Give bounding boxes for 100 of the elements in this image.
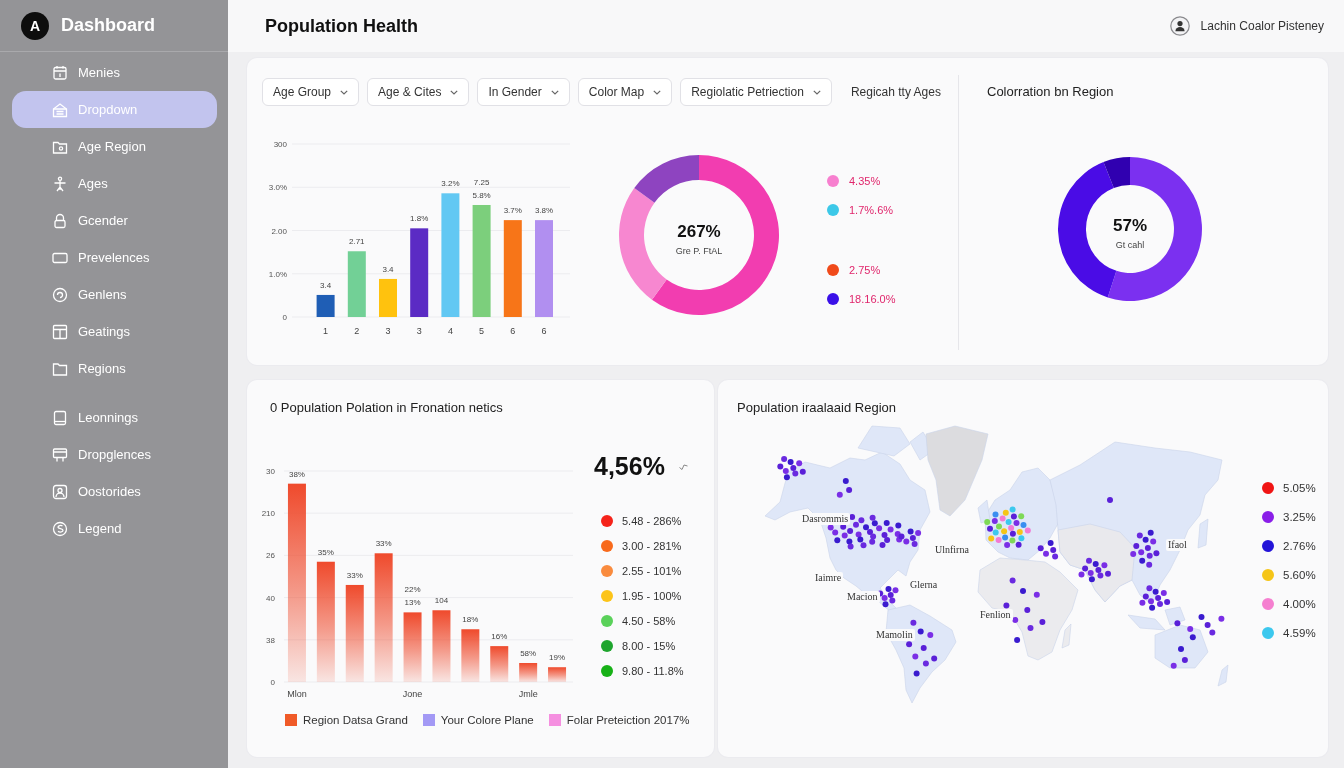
axis-tick-label: 300: [273, 140, 287, 149]
axis-tick-label: 6: [510, 326, 516, 336]
donut-center-label: Gt cahl: [1115, 240, 1145, 250]
legend-label: 2.76%: [1283, 539, 1316, 552]
axis-tick-label: 0: [282, 313, 287, 322]
chevron-down-icon: [450, 89, 459, 95]
legend-label: 4.50 - 58%: [622, 614, 676, 627]
app-title: Dashboard: [61, 15, 156, 36]
bar-value-label: 5.8%: [472, 191, 491, 200]
section-label: Regicah tty Ages: [850, 85, 941, 99]
legend-label: 18.16.0%: [849, 292, 896, 305]
axis-tick-label: Jmle: [518, 689, 538, 699]
chevron-down-icon: [340, 89, 349, 95]
sidebar-item[interactable]: Regions: [12, 350, 217, 387]
axis-tick-label: 3.0%: [268, 183, 287, 193]
figure-icon: [52, 175, 68, 192]
bar-value-label: 33%: [346, 570, 363, 580]
sidebar-item[interactable]: Dropglences: [12, 436, 217, 473]
axis-tick-label: 3: [385, 326, 391, 336]
s-circle-icon: [52, 520, 68, 537]
axis-tick-label: 210: [261, 509, 275, 519]
panel-title: Population iraalaaid Region: [737, 400, 897, 416]
filter-dropdown[interactable]: Regiolatic Petriection: [680, 78, 832, 106]
filter-dropdown[interactable]: Age Group: [262, 78, 360, 106]
legend-label: 5.05%: [1283, 481, 1316, 494]
axis-tick-label: 5: [479, 326, 485, 336]
bar-value-label: 33%: [375, 539, 392, 549]
legend-label: 9.80 - 11.8%: [622, 664, 684, 677]
user-name: Lachin Coalor Pisteney: [1200, 19, 1324, 33]
axis-tick-label: 4: [447, 326, 453, 336]
axis-tick-label: 1: [323, 326, 329, 336]
axis-tick-label: 38: [266, 635, 275, 645]
sidebar-item[interactable]: Prevelences: [12, 239, 217, 276]
axis-tick-label: 2: [354, 326, 360, 336]
axis-tick-label: 0: [270, 678, 275, 687]
map-place-label: Iaimre: [813, 572, 844, 584]
bar-value-label: 3.4: [382, 264, 394, 274]
sidebar-item[interactable]: Oostorides: [12, 473, 217, 510]
bar-value-label: 2.71: [349, 237, 365, 247]
filter-dropdown[interactable]: In Gender: [477, 78, 570, 106]
bar-value-label: 58%: [520, 649, 537, 658]
axis-tick-label: 26: [266, 551, 275, 561]
sidebar-item[interactable]: Genlens: [12, 276, 217, 313]
axis-tick-label: 40: [266, 593, 275, 603]
axis-tick-label: 3: [416, 326, 422, 336]
axis-tick-label: Mlon: [287, 689, 307, 699]
easel-icon: [52, 446, 68, 463]
page-title: Population Health: [265, 15, 418, 37]
tablet-icon: [52, 409, 68, 426]
sidebar-item[interactable]: Ages: [12, 165, 217, 202]
donut-center-value: 57%: [1113, 216, 1147, 235]
map-place-label: Ifaol: [1166, 539, 1189, 551]
sidebar-item[interactable]: Dropdown: [12, 91, 217, 128]
sidebar-item[interactable]: Leonnings: [12, 399, 217, 436]
legend-label: 4.35%: [849, 174, 881, 187]
legend-label: 1.7%.6%: [849, 203, 894, 216]
lock-icon: [52, 212, 68, 229]
legend-label: Your Colore Plane: [440, 714, 534, 726]
legend-label: 8.00 - 15%: [622, 639, 676, 652]
donut-center-value: 267%: [677, 222, 721, 241]
sidebar-item[interactable]: Gcender: [12, 202, 217, 239]
map-place-label: Ulnfirna: [933, 544, 971, 556]
sidebar-item[interactable]: Geatings: [12, 313, 217, 350]
axis-tick-label: 2.00: [271, 226, 287, 236]
filter-dropdown[interactable]: Age & Cites: [367, 78, 470, 106]
legend-label: 2.55 - 101%: [622, 564, 682, 577]
sidebar-item[interactable]: Legend: [12, 510, 217, 547]
axis-tick-label: 1.0%: [268, 269, 287, 279]
panel-title: 0 Population Polation in Fronation netics: [270, 400, 504, 416]
bar-value-label: 3.8%: [534, 206, 554, 216]
bar-value-label: 38%: [288, 469, 305, 479]
chevron-down-icon: [550, 89, 559, 95]
calendar-icon: [52, 64, 68, 81]
sidebar-item[interactable]: Menies: [12, 54, 217, 91]
table-icon: [52, 323, 68, 340]
user-avatar-icon[interactable]: [1169, 16, 1190, 36]
legend-label: Region Datsa Grand: [303, 714, 408, 726]
bar-value-label: 104: [434, 596, 449, 606]
chevron-down-icon: [653, 89, 662, 95]
map-place-label: Macion: [845, 591, 880, 603]
legend-label: 5.48 - 286%: [622, 514, 682, 527]
bar-value-label: 3.7%: [503, 206, 522, 216]
trend-line-icon: [678, 464, 688, 471]
filter-dropdown[interactable]: Color Map: [577, 78, 673, 106]
bar-value-label: 19%: [549, 653, 566, 663]
bar-value-label: 3.2%: [441, 179, 460, 189]
legend-label: 5.60%: [1283, 568, 1316, 581]
portrait-icon: [52, 483, 68, 500]
headline-value: 4,56%: [594, 452, 665, 480]
panel-title: Colorration bn Region: [987, 84, 1115, 100]
legend-label: Folar Preteiction 2017%: [566, 714, 690, 726]
legend-label: 3.25%: [1283, 510, 1316, 523]
bar-value-label: 22%: [404, 585, 421, 595]
legend-label: 2.75%: [849, 263, 881, 276]
legend-label: 1.95 - 100%: [622, 589, 682, 602]
sidebar-item[interactable]: Age Region: [12, 128, 217, 165]
map-place-label: Mamolin: [874, 629, 915, 641]
map-place-label: Glerna: [908, 579, 940, 591]
folder-icon: [52, 360, 68, 377]
house-icon: [52, 101, 68, 118]
